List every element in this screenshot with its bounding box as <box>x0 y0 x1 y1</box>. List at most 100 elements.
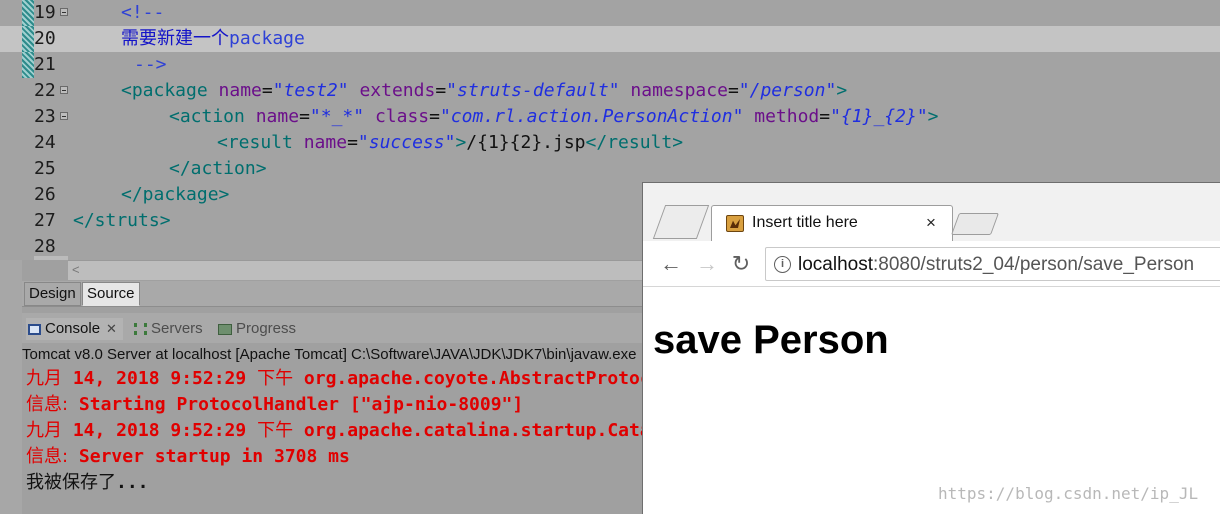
browser-tab-active[interactable]: Insert title here × <box>711 205 953 241</box>
fold-toggle-icon[interactable] <box>60 8 68 16</box>
browser-toolbar: ← → ↻ i localhost:8080/struts2_04/person… <box>643 241 1220 287</box>
tab-servers-label: Servers <box>151 320 203 337</box>
code-token: name <box>255 106 300 127</box>
background-tab[interactable] <box>652 205 710 239</box>
new-tab-button[interactable] <box>950 213 1000 235</box>
code-text: <action name="*_*" class="com.rl.action.… <box>169 104 939 130</box>
console-text: Server startup in 3708 ms <box>68 446 350 467</box>
code-token: "struts-default" <box>446 80 620 101</box>
line-number: 22 <box>34 80 56 101</box>
tab-progress-label: Progress <box>236 320 297 337</box>
browser-window: Insert title here × ← → ↻ i localhost:80… <box>642 182 1220 514</box>
code-text: </struts> <box>73 208 171 234</box>
tab-source[interactable]: Source <box>82 282 140 306</box>
line-number: 19 <box>34 2 56 23</box>
code-token: </struts> <box>73 210 171 231</box>
console-line: 我被保存了... <box>26 470 149 496</box>
console-view-tabs: Console ✕ Servers Progress <box>22 313 642 343</box>
console-text: 下午 <box>257 368 294 389</box>
tab-design[interactable]: Design <box>24 282 81 306</box>
code-token: "/person" <box>738 80 837 101</box>
console-text: 14, 2018 9:52:29 <box>62 368 258 389</box>
code-line[interactable]: 23 <action name="*_*" class="com.rl.actio… <box>0 104 1220 130</box>
code-line[interactable]: 19 <!-- <box>0 0 1220 26</box>
console-text: 下午 <box>257 420 294 441</box>
code-text: <package name="test2" extends="struts-de… <box>121 78 847 104</box>
console-text: 九月 <box>26 420 62 441</box>
code-token: </action> <box>169 158 267 179</box>
console-text: org.apache.coyote.AbstractProtocol start <box>303 368 642 389</box>
console-text: Starting ProtocolHandler ["ajp-nio-8009"… <box>68 394 524 415</box>
code-text: <!-- <box>121 0 164 26</box>
code-token: "test2" <box>272 80 349 101</box>
change-marker <box>22 52 34 78</box>
code-token: class <box>374 106 430 127</box>
code-token: > <box>836 80 848 101</box>
code-line[interactable]: 22 <package name="test2" extends="struts-… <box>0 78 1220 104</box>
fold-toggle-icon[interactable] <box>60 86 68 94</box>
code-line[interactable]: 25 </action> <box>0 156 1220 182</box>
code-text: 需要新建一个package <box>121 26 305 52</box>
scroll-left-icon[interactable]: < <box>72 262 80 277</box>
line-number: 24 <box>34 132 56 153</box>
forward-arrow-icon[interactable]: → <box>693 250 721 278</box>
console-text: 我被保存了 <box>26 472 116 493</box>
line-number: 23 <box>34 106 56 127</box>
back-arrow-icon[interactable]: ← <box>657 250 685 278</box>
console-text: 九月 <box>26 368 62 389</box>
editor-horizontal-scrollbar[interactable]: < <box>68 260 643 280</box>
code-line[interactable]: 21 --> <box>0 52 1220 78</box>
line-number: 25 <box>34 158 56 179</box>
code-line[interactable]: 24 <result name="success">/{1}{2}.jsp</re… <box>0 130 1220 156</box>
console-line: 九月 14, 2018 9:52:29 下午 org.apache.coyote… <box>26 366 642 392</box>
console-line: 信息: Server startup in 3708 ms <box>26 444 350 470</box>
tab-console[interactable]: Console ✕ <box>26 318 123 340</box>
code-line[interactable]: 20 需要新建一个package <box>0 26 1220 52</box>
console-line: 信息: Starting ProtocolHandler ["ajp-nio-8… <box>26 392 523 418</box>
console-output[interactable]: 九月 14, 2018 9:52:29 下午 org.apache.coyote… <box>22 366 642 514</box>
console-icon <box>28 323 41 335</box>
code-token: <!-- <box>121 2 165 23</box>
reload-icon[interactable]: ↻ <box>727 250 755 278</box>
code-token: name <box>218 80 262 101</box>
url-host: localhost <box>798 254 873 275</box>
code-token: namespace <box>630 80 728 101</box>
console-process-header: Tomcat v8.0 Server at localhost [Apache … <box>22 346 637 363</box>
code-token: name <box>303 132 348 153</box>
site-info-icon[interactable]: i <box>774 256 791 273</box>
code-token: > <box>927 106 939 127</box>
code-token: package <box>229 28 305 49</box>
page-heading: save Person <box>653 318 889 362</box>
servers-icon <box>134 323 147 336</box>
code-token: 需要新建一个 <box>121 28 229 49</box>
fold-toggle-icon[interactable] <box>60 112 68 120</box>
tab-servers[interactable]: Servers <box>134 318 203 340</box>
console-line: 九月 14, 2018 9:52:29 下午 org.apache.catali… <box>26 418 642 444</box>
console-text: ... <box>116 472 149 493</box>
tab-close-icon[interactable]: × <box>926 213 936 233</box>
code-token: = <box>819 106 831 127</box>
editor-mode-tabs: Design Source <box>22 281 642 307</box>
code-token: --> <box>134 54 167 75</box>
tab-progress[interactable]: Progress <box>218 318 296 340</box>
code-token: "com.rl.action.PersonAction" <box>439 106 744 127</box>
code-token: "success" <box>357 132 456 153</box>
watermark: https://blog.csdn.net/ip_JL <box>938 484 1199 503</box>
code-token: = <box>435 80 447 101</box>
code-token: "*_*" <box>309 106 365 127</box>
code-token: = <box>299 106 310 127</box>
code-text: <result name="success">/{1}{2}.jsp</resu… <box>217 130 683 156</box>
close-icon[interactable]: ✕ <box>106 321 117 336</box>
code-token: </result> <box>585 132 684 153</box>
code-token: "{1}_{2}" <box>830 106 928 127</box>
code-text: </action> <box>169 156 267 182</box>
address-bar[interactable]: i localhost:8080/struts2_04/person/save_… <box>765 247 1220 281</box>
code-text: </package> <box>121 182 229 208</box>
page-content: save Person <box>643 288 1220 514</box>
console-text: 14, 2018 9:52:29 <box>62 420 258 441</box>
code-token: = <box>727 80 739 101</box>
